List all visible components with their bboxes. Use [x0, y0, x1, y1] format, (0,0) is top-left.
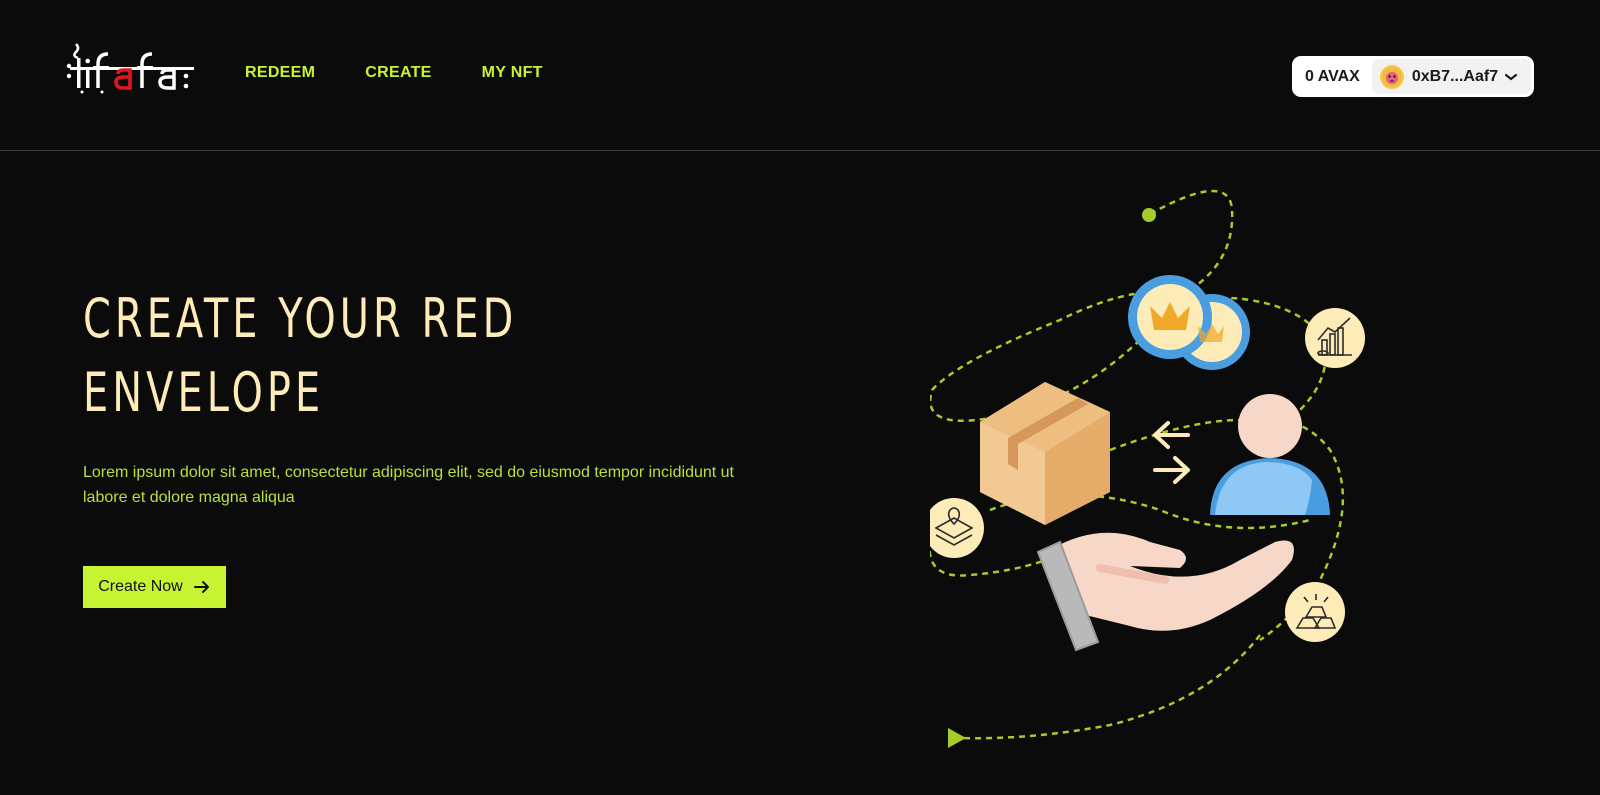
gold-bars-icon — [1285, 582, 1345, 642]
hero-description-line-2: labore et dolore magna aliqua — [83, 489, 295, 506]
arrow-right-icon — [193, 581, 209, 593]
location-icon — [930, 498, 984, 558]
hero-description: Lorem ipsum dolor sit amet, consectetur … — [83, 460, 803, 510]
wallet-balance[interactable]: 0 AVAX — [1295, 68, 1372, 86]
wallet-address: 0xB7...Aaf7 — [1411, 67, 1499, 85]
orbit-arrow-icon — [948, 728, 966, 748]
hand-icon — [1036, 532, 1294, 652]
hero-title: CREATE YOUR RED ENVELOPE — [83, 282, 575, 430]
person-icon — [1210, 394, 1330, 515]
nav-create[interactable]: CREATE — [365, 64, 431, 82]
page: REDEEM CREATE MY NFT 0 AVAX 0xB7...Aaf7 — [0, 0, 1600, 795]
chart-icon — [1305, 308, 1365, 368]
create-now-label: Create Now — [98, 578, 183, 595]
hero-description-line-1: Lorem ipsum dolor sit amet, consectetur … — [83, 464, 734, 481]
wallet-widget: 0 AVAX 0xB7...Aaf7 — [1292, 56, 1534, 97]
hero-illustration — [930, 189, 1365, 748]
header: REDEEM CREATE MY NFT 0 AVAX 0xB7...Aaf7 — [0, 0, 1600, 151]
logo[interactable] — [66, 42, 198, 94]
orbit-dot — [1142, 208, 1156, 222]
crown-coin-icon — [1128, 275, 1250, 370]
nav-redeem[interactable]: REDEEM — [245, 64, 315, 82]
account-button[interactable]: 0xB7...Aaf7 — [1371, 59, 1531, 94]
exchange-arrows-icon — [1153, 421, 1190, 484]
create-now-button[interactable]: Create Now — [83, 566, 226, 608]
nav-my-nft[interactable]: MY NFT — [482, 64, 543, 82]
hero-title-line-2: ENVELOPE — [83, 361, 325, 424]
box-icon — [980, 382, 1110, 525]
chevron-down-icon — [1504, 73, 1518, 80]
main-nav: REDEEM CREATE MY NFT — [245, 64, 593, 82]
hero-title-line-1: CREATE YOUR RED — [83, 287, 518, 350]
avatar-icon — [1379, 64, 1404, 89]
